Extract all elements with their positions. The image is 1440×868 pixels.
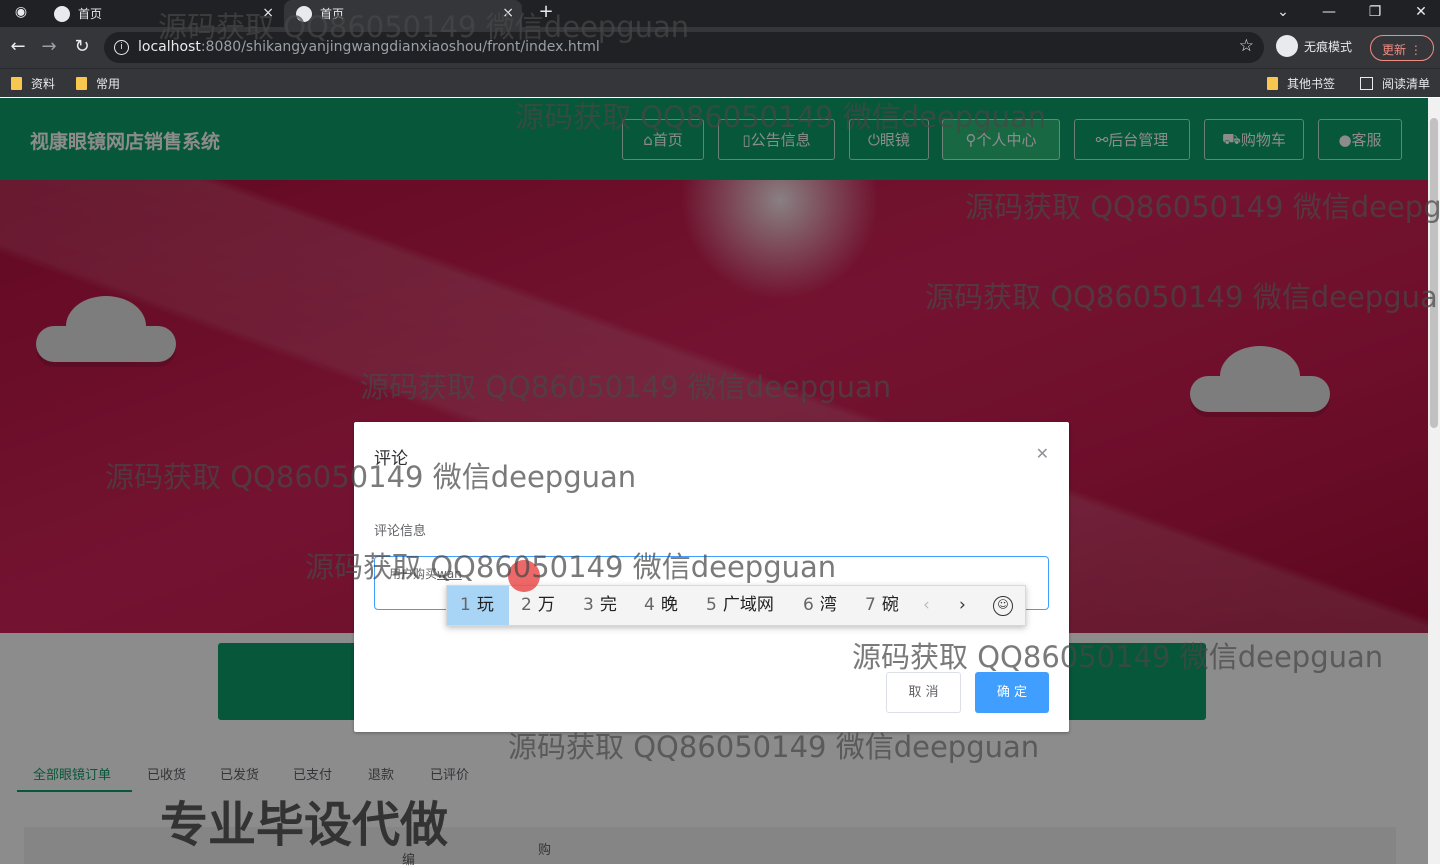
watermark: 源码获取 QQ86050149 微信deepguan (965, 190, 1440, 224)
incognito-label: 无痕模式 (1304, 39, 1353, 54)
ime-candidate[interactable]: 1玩 (447, 586, 509, 625)
ime-next-page-icon[interactable]: › (959, 586, 966, 625)
bookmark-folder[interactable]: 常用 (76, 75, 120, 92)
watermark: 源码获取 QQ86050149 微信deepguan (852, 640, 1384, 674)
close-window-icon[interactable]: ✕ (1398, 0, 1440, 27)
ime-candidate[interactable]: 6湾 (795, 586, 845, 625)
incognito-indicator[interactable]: 无痕模式 (1276, 35, 1352, 57)
watermark: 源码获取 QQ86050149 微信deepguan (158, 10, 690, 44)
watermark: 源码获取 QQ86050149 微信deepguan (515, 100, 1047, 134)
restore-icon[interactable]: ❐ (1352, 0, 1398, 27)
folder-icon (1267, 77, 1278, 90)
cancel-button[interactable]: 取 消 (886, 672, 961, 713)
folder-icon (76, 77, 87, 90)
reading-list[interactable]: 阅读清单 (1360, 75, 1430, 92)
update-button[interactable]: 更新 ⋮ (1370, 35, 1434, 61)
bookmarks-bar: 资料 常用 其他书签 阅读清单 (0, 68, 1440, 97)
watermark: 源码获取 QQ86050149 微信deepguan (105, 460, 637, 494)
other-bookmarks[interactable]: 其他书签 (1267, 75, 1335, 92)
confirm-button[interactable]: 确 定 (975, 672, 1049, 713)
info-icon[interactable]: i (114, 40, 129, 55)
ime-candidate-bar: 1玩 2万 3完 4晚 5 广域网 6湾 7碗 ‹ › ☺ (446, 585, 1026, 626)
ime-candidate[interactable]: 7碗 (857, 586, 907, 625)
back-icon[interactable]: ← (6, 36, 30, 60)
ime-candidate[interactable]: 4晚 (636, 586, 686, 625)
close-icon[interactable]: ✕ (1036, 444, 1049, 463)
tab-search-icon[interactable]: ⌄ (1260, 0, 1306, 27)
scrollbar-thumb[interactable] (1430, 118, 1438, 428)
tab-title: 首页 (78, 7, 103, 21)
reload-icon[interactable]: ↻ (70, 36, 94, 60)
watermark-caption: 专业毕设代做 (160, 797, 449, 853)
watermark: 源码获取 QQ86050149 微信deepguan (305, 550, 837, 584)
browser-menu-icon[interactable]: ◉ (0, 0, 42, 27)
reading-list-icon (1360, 77, 1373, 90)
forward-icon[interactable]: → (37, 36, 61, 60)
watermark: 源码获取 QQ86050149 微信deepguan (360, 370, 892, 404)
ime-prev-page-icon[interactable]: ‹ (923, 586, 930, 625)
ime-candidate[interactable]: 5 广域网 (698, 586, 782, 625)
bookmark-star-icon[interactable]: ☆ (1239, 36, 1254, 56)
globe-icon (54, 5, 70, 22)
folder-icon (11, 77, 22, 90)
comment-field-label: 评论信息 (374, 524, 427, 539)
bookmark-folder[interactable]: 资料 (11, 75, 55, 92)
watermark: 源码获取 QQ86050149 微信deepguan (508, 730, 1040, 764)
watermark: 源码获取 QQ86050149 微信deepguan (925, 280, 1440, 314)
emoji-icon[interactable]: ☺ (993, 596, 1013, 616)
minimize-icon[interactable]: — (1306, 0, 1352, 27)
ime-candidate[interactable]: 3完 (575, 586, 625, 625)
ime-candidate[interactable]: 2万 (513, 586, 563, 625)
incognito-icon (1276, 35, 1298, 57)
